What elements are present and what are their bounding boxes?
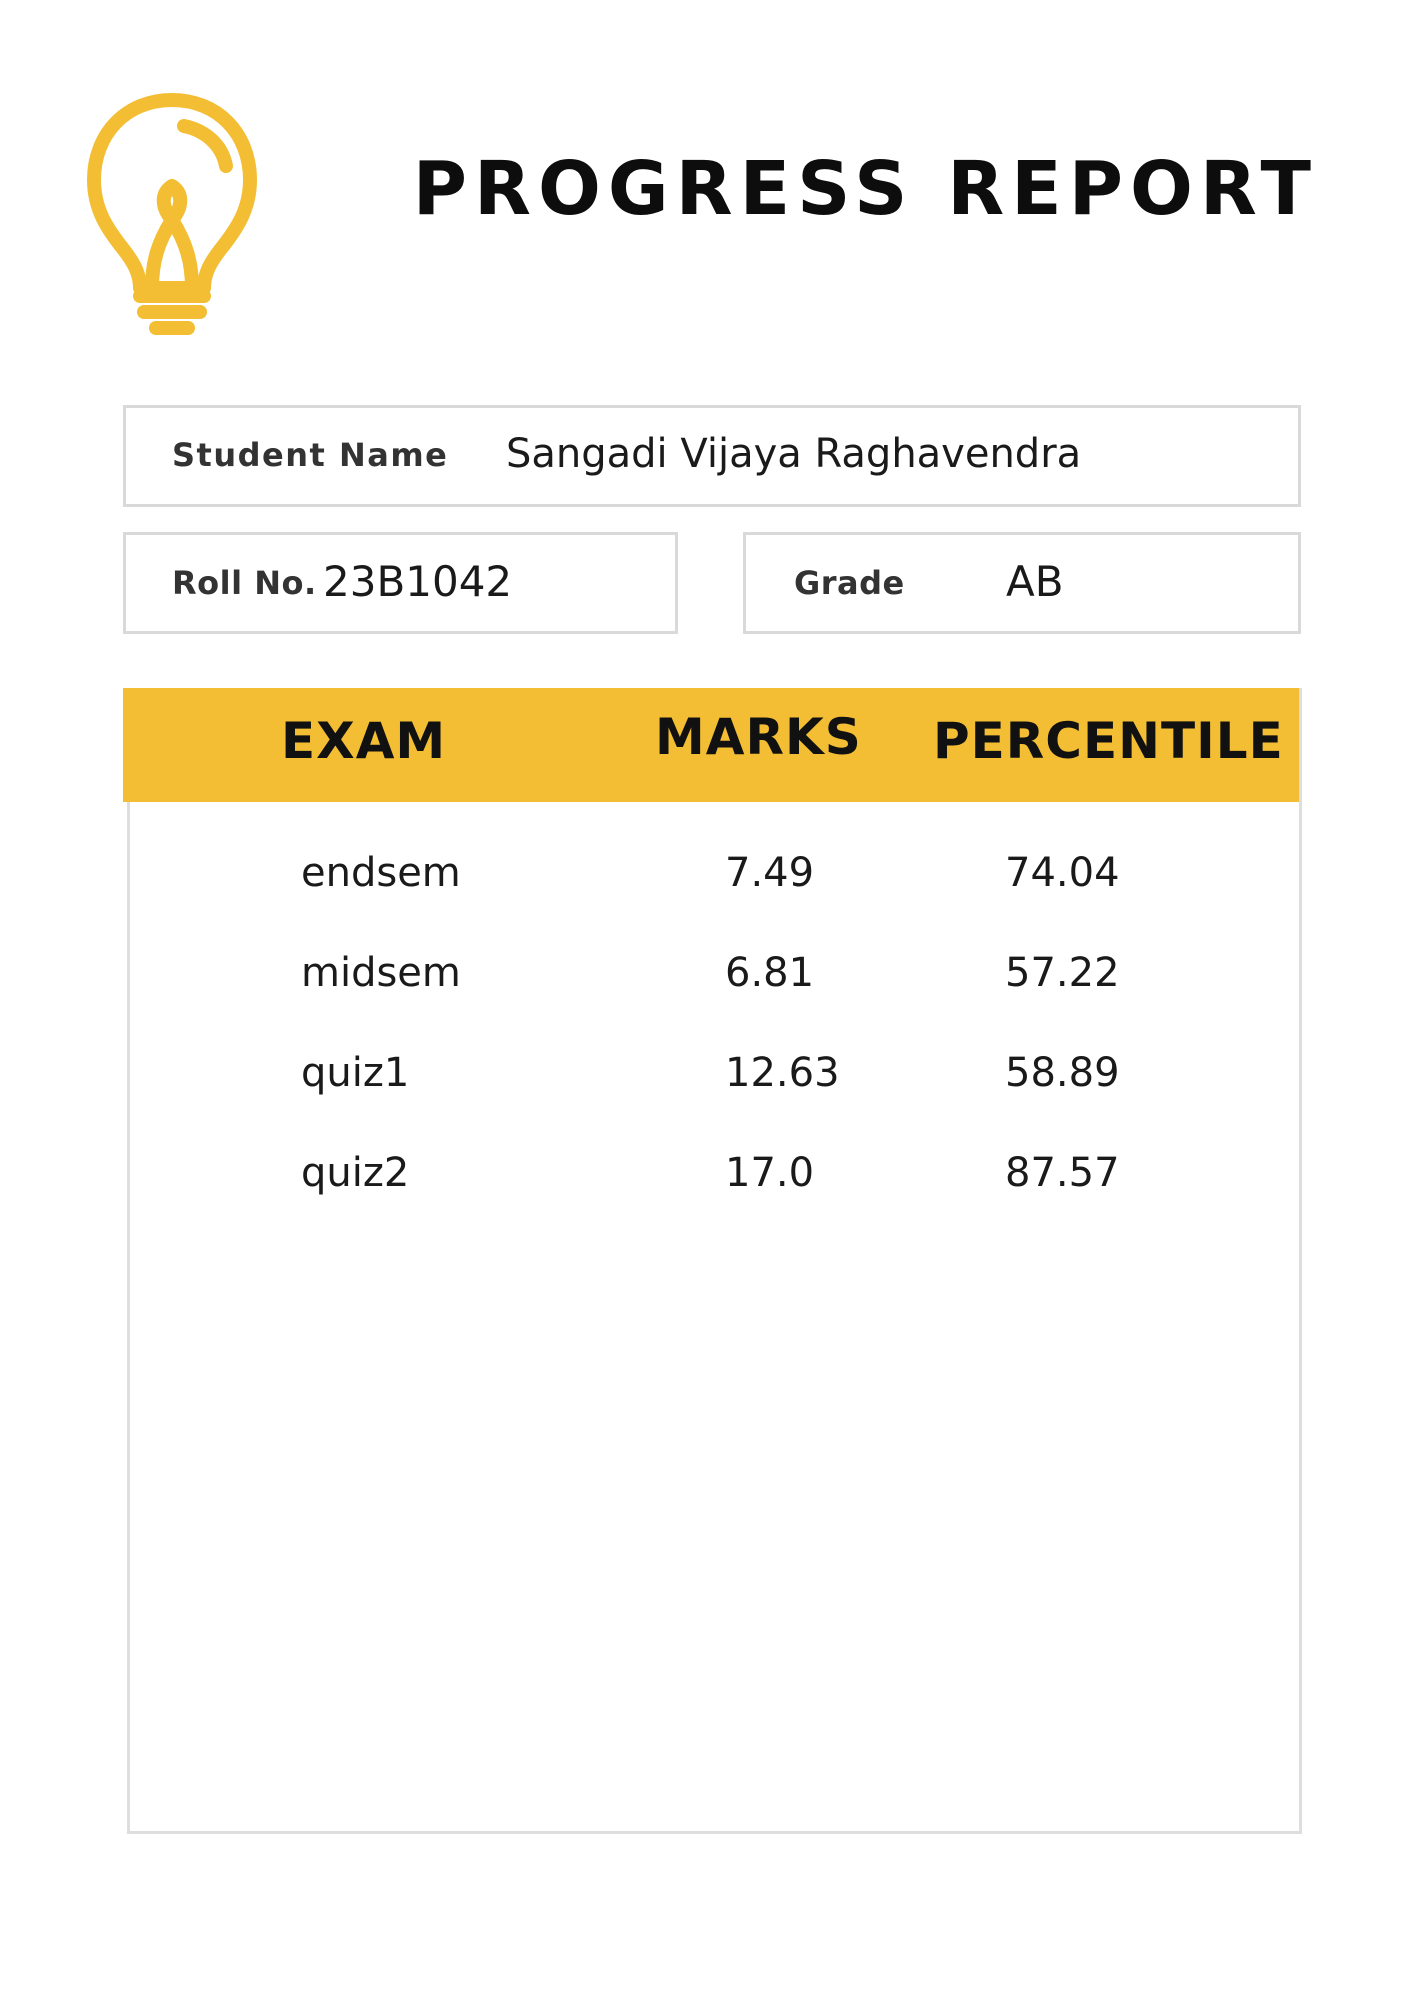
grade-value: AB (1006, 557, 1064, 606)
roll-number-label: Roll No. (172, 564, 317, 602)
exam-cell: quiz1 (301, 1050, 410, 1096)
header-percentile: PERCENTILE (933, 712, 1284, 770)
student-name-label: Student Name (172, 436, 449, 474)
table-row: quiz1 12.63 58.89 (127, 1050, 1297, 1150)
table-body: endsem 7.49 74.04 midsem 6.81 57.22 quiz… (127, 850, 1297, 1250)
percentile-cell: 87.57 (1005, 1150, 1120, 1196)
table-row: endsem 7.49 74.04 (127, 850, 1297, 950)
percentile-cell: 58.89 (1005, 1050, 1120, 1096)
table-row: quiz2 17.0 87.57 (127, 1150, 1297, 1250)
table-row: midsem 6.81 57.22 (127, 950, 1297, 1050)
exam-cell: quiz2 (301, 1150, 410, 1196)
marks-cell: 17.0 (725, 1150, 815, 1196)
exam-cell: endsem (301, 850, 461, 896)
roll-number-box: Roll No. 23B1042 (123, 532, 678, 634)
header-marks: MARKS (655, 708, 862, 766)
roll-number-value: 23B1042 (323, 557, 513, 606)
student-name-box: Student Name Sangadi Vijaya Raghavendra (123, 405, 1301, 507)
percentile-cell: 74.04 (1005, 850, 1120, 896)
marks-cell: 12.63 (725, 1050, 840, 1096)
grade-box: Grade AB (743, 532, 1301, 634)
marks-cell: 6.81 (725, 950, 815, 996)
table-header: EXAM MARKS PERCENTILE (123, 688, 1299, 802)
percentile-cell: 57.22 (1005, 950, 1120, 996)
page-title: PROGRESS REPORT (412, 146, 1318, 232)
marks-cell: 7.49 (725, 850, 815, 896)
student-name-value: Sangadi Vijaya Raghavendra (506, 431, 1082, 477)
grade-label: Grade (794, 564, 905, 602)
exam-cell: midsem (301, 950, 461, 996)
lightbulb-icon (87, 93, 257, 335)
header-exam: EXAM (281, 712, 447, 770)
